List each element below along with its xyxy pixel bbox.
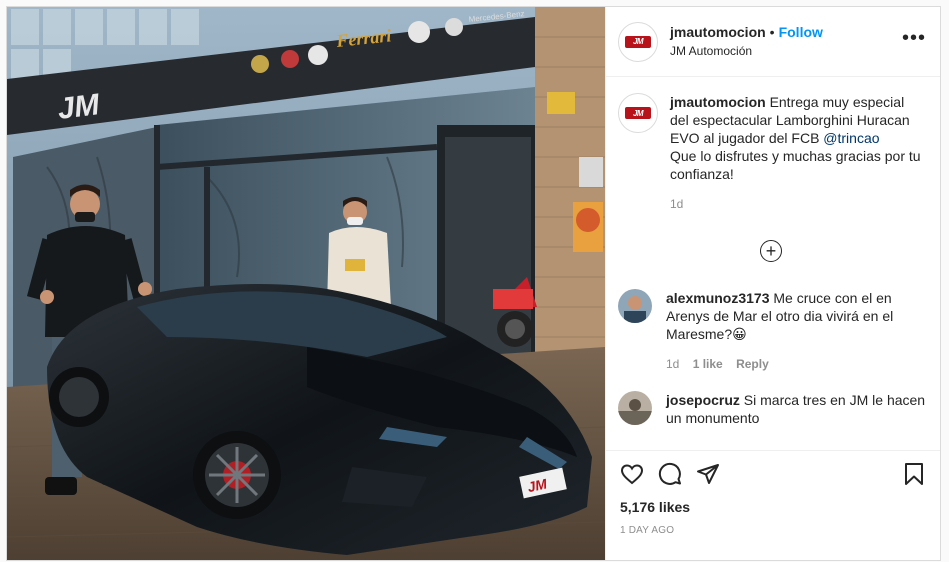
author-avatar[interactable]: JM: [618, 21, 658, 62]
author-location[interactable]: JM Automoción: [670, 42, 902, 60]
comment-item: josepocruz Si marca tres en JM le hacen …: [618, 391, 926, 427]
reply-button[interactable]: Reply: [736, 357, 769, 371]
action-icons: [620, 451, 926, 497]
caption-meta: 1d: [670, 195, 926, 213]
header-text: jmautomocion • Follow JM Automoción: [670, 23, 902, 60]
post-header: JM jmautomocion • Follow JM Automoción •••: [606, 7, 940, 77]
caption: JM jmautomocion Entrega muy especial del…: [618, 93, 926, 213]
caption-username[interactable]: jmautomocion: [670, 94, 766, 110]
likes-count[interactable]: 5,176 likes: [620, 499, 926, 515]
caption-text-2: Que lo disfrutes y muchas gracias por tu…: [670, 148, 921, 182]
jm-logo: JM: [625, 35, 651, 48]
comment-icon[interactable]: [658, 462, 682, 486]
share-icon[interactable]: [696, 462, 720, 486]
comment-body: josepocruz Si marca tres en JM le hacen …: [666, 391, 926, 427]
comment-username[interactable]: alexmunoz3173: [666, 290, 770, 306]
separator-dot: •: [769, 24, 775, 40]
svg-text:JM: JM: [56, 88, 102, 126]
comment-item: alexmunoz3173 Me cruce con el en Arenys …: [618, 289, 926, 373]
caption-time[interactable]: 1d: [670, 197, 683, 211]
caption-mention[interactable]: @trincao: [823, 130, 879, 146]
load-more-comments-icon[interactable]: +: [760, 240, 782, 262]
more-options-icon[interactable]: •••: [902, 28, 926, 51]
avatar-image: [618, 391, 652, 425]
caption-avatar[interactable]: JM: [618, 93, 658, 133]
post-sidebar: JM jmautomocion • Follow JM Automoción •••…: [605, 7, 940, 560]
commenter-avatar[interactable]: [618, 289, 652, 323]
heart-icon[interactable]: [620, 462, 644, 486]
instagram-post: Ferrari Mercedes-Benz JM JM JM jmautomoc…: [6, 6, 941, 561]
post-time-ago[interactable]: 1 DAY AGO: [620, 525, 926, 536]
comment-meta: 1d 1 like Reply: [666, 355, 926, 373]
post-photo[interactable]: Ferrari Mercedes-Benz JM JM: [7, 7, 605, 560]
comment-body: alexmunoz3173 Me cruce con el en Arenys …: [666, 289, 926, 373]
post-actions: 5,176 likes 1 DAY AGO: [606, 450, 940, 560]
avatar-image: [618, 289, 652, 323]
post-photo-image: Ferrari Mercedes-Benz JM JM: [7, 7, 605, 560]
follow-button[interactable]: Follow: [779, 24, 823, 40]
comments-section: JM jmautomocion Entrega muy especial del…: [606, 77, 940, 450]
commenter-avatar[interactable]: [618, 391, 652, 425]
bookmark-icon[interactable]: [902, 462, 926, 486]
comment-username[interactable]: josepocruz: [666, 392, 740, 408]
comment-time[interactable]: 1d: [666, 357, 679, 371]
author-username[interactable]: jmautomocion: [670, 24, 766, 40]
jm-logo: JM: [625, 107, 651, 119]
comment-likes[interactable]: 1 like: [693, 357, 723, 371]
caption-body: jmautomocion Entrega muy especial del es…: [670, 93, 926, 213]
